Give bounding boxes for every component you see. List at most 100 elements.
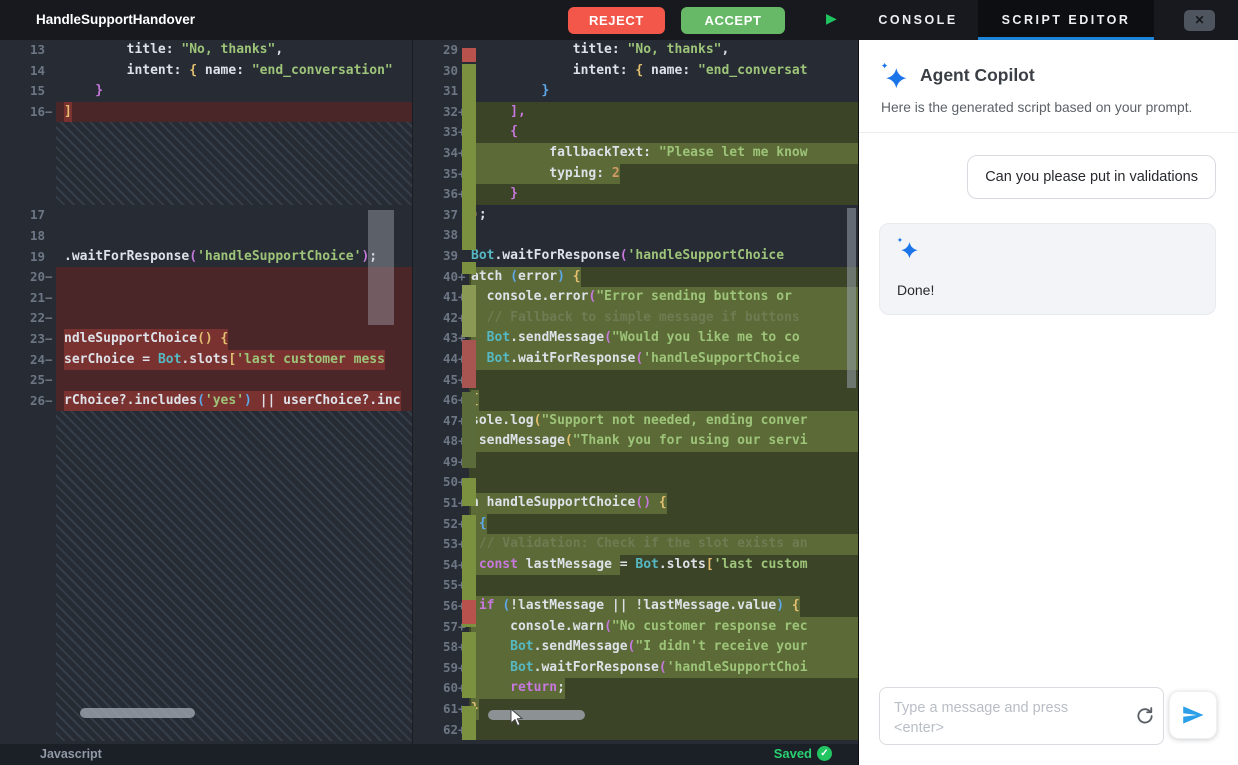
left-horizontal-scrollbar[interactable] xyxy=(80,708,195,718)
code-line[interactable]: 57+ console.warn("No customer response r… xyxy=(413,616,858,638)
diff-overview-mark xyxy=(462,600,476,624)
code-line[interactable]: 36+ } xyxy=(413,184,858,205)
check-circle-icon: ✓ xyxy=(817,746,832,761)
copilot-header: Agent Copilot Here is the generated scri… xyxy=(859,40,1238,118)
overview-ruler xyxy=(460,40,478,744)
code-line[interactable]: 29 title: "No, thanks", xyxy=(413,40,858,61)
message-input-wrapper xyxy=(879,687,1164,745)
code-line[interactable]: 34+ fallbackText: "Please let me know xyxy=(413,142,858,164)
tab-script-editor[interactable]: SCRIPT EDITOR xyxy=(978,0,1154,40)
line-number: 20− xyxy=(29,269,53,285)
code-line[interactable]: 49+ xyxy=(413,451,858,473)
code-line[interactable]: 22− xyxy=(0,308,412,329)
message-input[interactable] xyxy=(892,696,1116,740)
user-message-bubble: Can you please put in validations xyxy=(967,154,1216,199)
code-line[interactable]: 21− xyxy=(0,287,412,309)
agent-copilot-panel: Agent Copilot Here is the generated scri… xyxy=(858,40,1238,765)
collapsed-region xyxy=(0,122,412,206)
code-line[interactable]: 51+n handleSupportChoice() { xyxy=(413,493,858,514)
code-line[interactable]: 31 } xyxy=(413,81,858,102)
language-label: Javascript xyxy=(40,747,102,761)
code-line[interactable]: 46+{ xyxy=(413,390,858,411)
send-icon xyxy=(1183,706,1204,724)
code-line[interactable]: 35+ typing: 2 xyxy=(413,163,858,185)
top-bar: HandleSupportHandover REJECT ACCEPT ▶ CO… xyxy=(0,0,1238,40)
code-line[interactable]: 62+ xyxy=(413,719,858,741)
code-line[interactable]: 44+ Bot.waitForResponse('handleSupportCh… xyxy=(413,348,858,370)
code-line[interactable]: 38 xyxy=(413,225,858,246)
code-line[interactable]: 19 .waitForResponse('handleSupportChoice'… xyxy=(0,247,412,268)
line-number: 25− xyxy=(29,372,53,388)
collapsed-region xyxy=(0,411,412,742)
line-number: 19 xyxy=(29,248,45,264)
diff-overview-mark xyxy=(462,48,476,62)
left-vertical-scrollbar[interactable] xyxy=(847,208,856,388)
line-number: 17 xyxy=(29,207,45,223)
code-line[interactable]: 52+ { xyxy=(413,513,858,535)
send-button[interactable] xyxy=(1169,691,1217,739)
reject-button[interactable]: REJECT xyxy=(568,7,665,34)
agent-message-bubble: Done! xyxy=(879,222,1216,315)
line-number: 23− xyxy=(29,330,53,346)
code-line[interactable]: 45+ xyxy=(413,369,858,391)
code-line[interactable]: 60+ return; xyxy=(413,678,858,699)
code-line[interactable]: 47+sole.log("Support not needed, ending … xyxy=(413,410,858,432)
code-line[interactable]: 53+ // Validation: Check if the slot exi… xyxy=(413,534,858,555)
code-line[interactable]: 61+} xyxy=(413,699,858,720)
diff-overview-mark xyxy=(462,64,476,250)
code-line[interactable]: 14 intent: { name: "end_conversation" xyxy=(0,61,412,82)
code-line[interactable]: 16−] xyxy=(0,101,412,123)
code-line[interactable]: 13 title: "No, thanks", xyxy=(0,40,412,61)
close-icon[interactable]: ✕ xyxy=(1184,10,1215,31)
line-number: 16− xyxy=(29,103,53,119)
code-line[interactable]: 26− rChoice?. includes('yes') || userChoic… xyxy=(0,390,412,412)
code-line[interactable]: 50+ xyxy=(413,472,858,494)
diff-overview-mark xyxy=(462,478,476,506)
code-line[interactable]: 41+ console.error("Error sending buttons… xyxy=(413,287,858,308)
code-line[interactable]: 48+.sendMessage("Thank you for using our… xyxy=(413,431,858,452)
code-line[interactable]: 18 xyxy=(0,226,412,247)
diff-overview-mark xyxy=(462,262,476,274)
sparkle-icon xyxy=(881,62,907,89)
right-horizontal-scrollbar[interactable] xyxy=(488,710,585,720)
line-number: 22− xyxy=(29,310,53,326)
code-line[interactable]: 20− xyxy=(0,267,412,288)
code-line[interactable]: 58+ Bot.sendMessage("I didn't receive yo… xyxy=(413,637,858,658)
code-line[interactable]: 59+ Bot.waitForResponse('handleSupportCh… xyxy=(413,657,858,679)
diff-editor: 13 title: "No, thanks", 14 intent: { name… xyxy=(0,40,858,744)
code-line[interactable]: 32+ ], xyxy=(413,101,858,123)
code-line[interactable]: 37); xyxy=(413,205,858,226)
code-line[interactable]: 17 xyxy=(0,205,412,226)
line-number: 26− xyxy=(29,392,53,408)
diff-overview-mark xyxy=(462,285,476,337)
code-line[interactable]: 40 + atch (error) { xyxy=(413,266,858,288)
run-icon[interactable]: ▶ xyxy=(826,10,837,27)
code-line[interactable]: 30 intent: { name: "end_conversat xyxy=(413,61,858,82)
window-title: HandleSupportHandover xyxy=(36,12,196,27)
editor-status-bar: Javascript Saved ✓ xyxy=(0,744,858,765)
copilot-title: Agent Copilot xyxy=(920,65,1035,85)
tab-console[interactable]: CONSOLE xyxy=(858,0,978,40)
save-status: Saved ✓ xyxy=(774,746,832,761)
code-line[interactable]: 25− xyxy=(0,370,412,391)
refresh-icon[interactable] xyxy=(1135,706,1155,726)
code-line[interactable]: 42+ // Fallback to simple message if but… xyxy=(413,307,858,329)
code-line[interactable]: 54+ const lastMessage = Bot.slots['last … xyxy=(413,554,858,576)
code-line[interactable]: 23− ndleSupportChoice() { xyxy=(0,328,412,350)
agent-message-text: Done! xyxy=(897,281,935,298)
line-number: 18 xyxy=(29,227,45,243)
original-code-pane: 13 title: "No, thanks", 14 intent: { name… xyxy=(0,40,413,744)
diff-overview-mark xyxy=(462,392,476,468)
right-vertical-scrollbar[interactable] xyxy=(368,210,394,325)
code-line[interactable]: 55+ xyxy=(413,575,858,597)
code-line[interactable]: 33+ { xyxy=(413,122,858,143)
line-number: 24− xyxy=(29,351,53,367)
code-line[interactable]: 56+ if (!lastMessage || !lastMessage.val… xyxy=(413,596,858,617)
code-line[interactable]: 24− serChoice = Bot .slots['last customer … xyxy=(0,349,412,371)
diff-overview-mark xyxy=(462,340,476,388)
accept-button[interactable]: ACCEPT xyxy=(681,7,785,34)
code-line[interactable]: 39 Bot .waitForResponse('handleSupportChoi… xyxy=(413,246,858,267)
code-line[interactable]: 43 + Bot .sendMessage("Would you like me t… xyxy=(413,328,858,349)
line-number: 14 xyxy=(29,62,45,78)
code-line[interactable]: 15 } xyxy=(0,81,412,102)
